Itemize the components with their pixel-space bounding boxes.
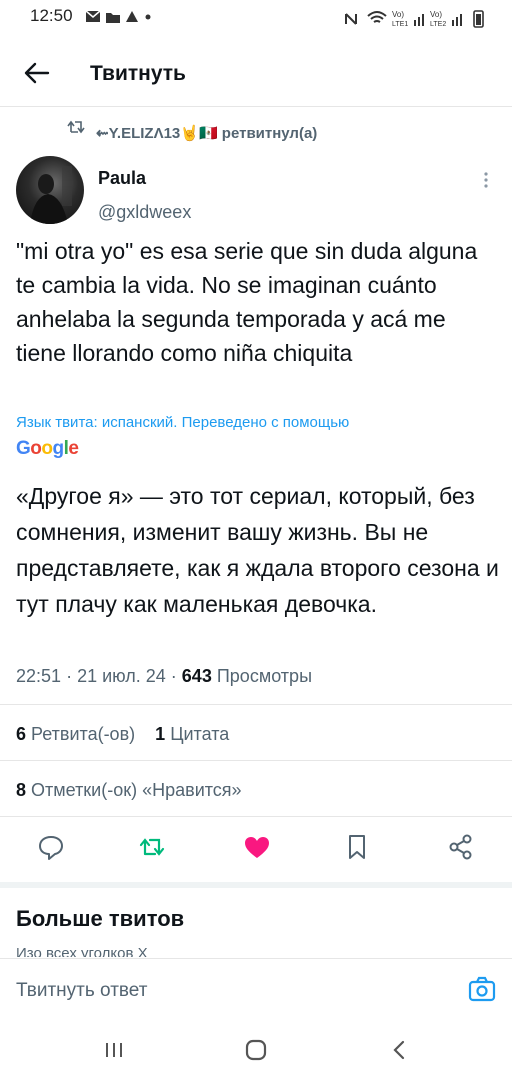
translation-note[interactable]: Язык твита: испанский. Переведено с помо…	[16, 414, 349, 431]
svg-text:Vo): Vo)	[392, 10, 404, 19]
quotes-label: Цитата	[170, 724, 230, 744]
avatar[interactable]	[16, 156, 84, 224]
status-time: 12:50	[30, 6, 73, 25]
svg-text:Vo): Vo)	[430, 10, 442, 19]
avatar-image	[30, 166, 72, 224]
retweeted-by-label[interactable]: ⇜Y.ELIZΛ13🤘🇲🇽 ретвитнул(а)	[96, 124, 317, 142]
recents-icon[interactable]	[102, 1038, 126, 1062]
header-divider	[0, 106, 512, 107]
status-bar: 12:50 Vo) LTE1 Vo) LTE2	[0, 0, 512, 36]
home-icon[interactable]	[244, 1038, 268, 1062]
likes-count: 8	[16, 780, 27, 800]
likes-stat[interactable]: 8 Отметки(-ок) «Нравится»	[16, 780, 242, 801]
author-name[interactable]: Paula	[98, 168, 146, 189]
back-arrow-icon[interactable]	[22, 58, 52, 88]
svg-text:LTE2: LTE2	[430, 21, 446, 28]
retweets-count: 6	[16, 724, 27, 744]
quotes-stat[interactable]: 1 Цитата	[155, 724, 229, 744]
more-tweets-title: Больше твитов	[16, 906, 185, 931]
meta-separator: ·	[66, 666, 78, 686]
share-icon[interactable]	[446, 832, 476, 862]
notification-icons	[86, 10, 151, 23]
signal-battery-icons: Vo) LTE1 Vo) LTE2	[345, 10, 484, 28]
meta-separator: ·	[170, 666, 182, 686]
more-tweets-subtitle: Изо всех уголков X	[16, 945, 148, 957]
retweets-stat[interactable]: 6 Ретвита(-ов)	[16, 724, 135, 744]
tweet-date: 21 июл. 24	[77, 666, 166, 686]
camera-icon[interactable]	[468, 976, 496, 1002]
divider	[0, 704, 512, 705]
reply-icon[interactable]	[36, 832, 66, 862]
divider	[0, 816, 512, 817]
likes-label: Отметки(-ок) «Нравится»	[31, 780, 242, 800]
tweet-meta: 22:51 · 21 июл. 24 · 643 Просмотры	[16, 666, 312, 687]
retweet-icon	[67, 120, 85, 134]
author-handle[interactable]: @gxldweex	[98, 202, 191, 223]
back-icon[interactable]	[388, 1038, 412, 1062]
divider	[0, 760, 512, 761]
page-title: Твитнуть	[90, 62, 186, 85]
google-logo: Google	[16, 438, 79, 459]
more-vertical-icon[interactable]	[478, 170, 494, 190]
tweet-text: "mi otra yo" es esa serie que sin duda a…	[16, 238, 478, 366]
retweets-label: Ретвита(-ов)	[31, 724, 136, 744]
reply-input[interactable]: Твитнуть ответ	[16, 980, 147, 1002]
translated-text: «Другое я» — это тот сериал, который, бе…	[16, 483, 499, 617]
views-label: Просмотры	[216, 666, 313, 686]
retweet-icon[interactable]	[138, 832, 168, 862]
bookmark-icon[interactable]	[342, 832, 372, 862]
tweet-time: 22:51	[16, 666, 62, 686]
heart-icon[interactable]	[242, 832, 272, 862]
retweet-quote-stats: 6 Ретвита(-ов) 1 Цитата	[16, 724, 229, 745]
views-count: 643	[181, 666, 212, 686]
quotes-count: 1	[155, 724, 166, 744]
section-divider	[0, 882, 512, 888]
svg-text:LTE1: LTE1	[392, 21, 408, 28]
